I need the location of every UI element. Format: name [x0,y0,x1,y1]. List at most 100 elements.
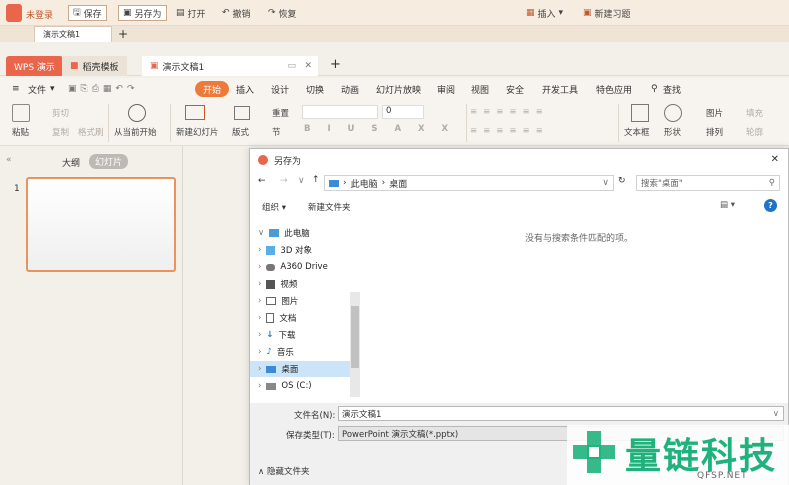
collapse-panel-icon[interactable]: « [6,155,12,165]
tree-item-documents[interactable]: › 文档 [258,310,296,326]
from-current-button[interactable]: 从当前开始 [114,126,157,138]
tree-item-downloads[interactable]: › ↓ 下载 [258,327,296,343]
document-tab[interactable]: 演示文稿1 [34,26,112,42]
chevron-right-icon: › [258,279,262,289]
new-slide-button[interactable]: 新建幻灯片 [176,126,219,138]
desktop-icon [266,365,277,373]
login-status[interactable]: 未登录 [26,8,53,21]
shape-button[interactable]: 形状 [664,126,681,138]
layout-icon[interactable] [234,106,250,120]
new-folder-button[interactable]: 新建文件夹 [308,201,351,213]
paste-icon[interactable] [12,104,30,122]
tree-item-a360[interactable]: › A360 Drive [258,259,328,275]
ribbon-separator [108,104,109,142]
layout-button[interactable]: 版式 [232,126,249,138]
chevron-right-icon: › [258,347,262,357]
hide-folders-button[interactable]: ∧ 隐藏文件夹 [258,465,309,477]
menu-home[interactable]: 开始 [195,81,230,97]
font-size-select[interactable]: 0 [382,105,424,119]
font-style-buttons[interactable]: B I U S A X X [304,124,455,134]
up-icon[interactable]: ↑ [312,175,320,185]
close-icon[interactable]: ✕ [771,154,779,165]
copy-button[interactable]: 复制 [52,126,69,138]
text-box-icon[interactable] [631,104,649,122]
computer-icon [269,229,280,237]
tree-item-pictures[interactable]: › 图片 [258,293,298,309]
menu-animation[interactable]: 动画 [341,82,359,96]
breadcrumb-desktop[interactable]: 桌面 [389,177,407,190]
insert-menu-button[interactable]: ▦ 插入 ▾ [526,5,563,21]
tree-item-this-pc[interactable]: ∨ 此电脑 [258,225,310,241]
search-input[interactable]: 搜索"桌面" ⚲ [636,175,780,191]
menu-hamburger-icon[interactable]: ≡ [12,82,20,96]
scroll-thumb[interactable] [351,306,359,368]
text-box-button[interactable]: 文本框 [624,126,650,138]
menu-transition[interactable]: 切换 [306,82,324,96]
menu-security[interactable]: 安全 [506,82,524,96]
open-button[interactable]: ▤ 打开 [176,5,206,21]
tree-item-desktop[interactable]: › 桌面 [250,361,350,377]
filename-field[interactable]: 演示文稿1 ∨ [338,406,784,421]
insert-icon: ▦ [526,8,535,18]
menu-review[interactable]: 审阅 [437,82,455,96]
address-bar[interactable]: › 此电脑 › 桌面 ∨ [324,175,614,191]
new-tab-icon[interactable]: + [330,57,341,72]
tree-item-videos[interactable]: › 视频 [258,276,297,292]
redo-button[interactable]: ↷ 恢复 [268,5,297,21]
save-button[interactable]: 🖫 保存 [68,5,107,21]
paragraph-buttons[interactable]: ≡≡≡≡≡≡ [470,107,549,117]
dialog-title: 另存为 [274,156,302,167]
chevron-down-icon[interactable]: ∨ [602,178,609,188]
tab-document[interactable]: ▣ 演示文稿1 ▭ ✕ [142,56,318,76]
view-options-icon[interactable]: ▤ ▾ [720,200,735,210]
shape-icon[interactable] [664,104,682,122]
slide-thumbnail[interactable] [26,177,176,272]
forward-icon[interactable]: → [280,176,288,186]
menu-developer[interactable]: 开发工具 [542,82,578,96]
search-icon[interactable]: ⚲ [651,82,658,96]
reset-button[interactable]: 重置 [272,107,289,119]
undo-button[interactable]: ↶ 撤销 [222,5,251,21]
back-icon[interactable]: ← [258,176,266,186]
font-name-select[interactable] [302,105,378,119]
monitor-icon[interactable]: ▭ [287,61,296,71]
refresh-icon[interactable]: ↻ [618,176,626,186]
tab-template[interactable]: ■ 稻壳模板 [62,56,127,76]
format-painter-button[interactable]: 格式刷 [78,126,104,138]
image-button[interactable]: 图片 [706,107,723,119]
tab-wps[interactable]: WPS 演示 [6,56,63,76]
organize-button[interactable]: 组织 ▾ [262,201,286,213]
history-dropdown-icon[interactable]: ∨ [298,176,305,186]
close-icon[interactable]: ✕ [304,61,312,71]
tab-outline[interactable]: 大纲 [62,156,80,169]
align-buttons[interactable]: ≡≡≡≡≡≡ [470,126,549,136]
menu-file[interactable]: 文件 [28,82,46,96]
tree-item-3d-objects[interactable]: › 3D 对象 [258,242,312,258]
add-tab-icon[interactable]: + [118,27,128,41]
tree-item-music[interactable]: › ♪ 音乐 [258,344,294,360]
new-lesson-button[interactable]: ▣ 新建习题 [583,5,631,21]
tree-item-os-c[interactable]: › OS (C:) [258,378,312,394]
help-icon[interactable]: ? [764,199,777,212]
quick-icons[interactable]: ▣⎘⎙▦↶↷ [68,82,139,96]
play-icon[interactable] [128,104,146,122]
outline-button[interactable]: 轮廓 [746,126,763,138]
paste-button[interactable]: 粘贴 [12,126,29,138]
section-button[interactable]: 节 [272,126,281,138]
menu-slideshow[interactable]: 幻灯片放映 [376,82,421,96]
arrange-button[interactable]: 排列 [706,126,723,138]
new-slide-icon[interactable] [185,105,205,120]
menu-view[interactable]: 视图 [471,82,489,96]
breadcrumb-this-pc[interactable]: 此电脑 [351,177,378,190]
menu-search[interactable]: 查找 [663,82,681,96]
tree-scrollbar[interactable] [350,292,360,397]
menu-features[interactable]: 特色应用 [596,82,632,96]
fill-button[interactable]: 填充 [746,107,763,119]
tab-slides[interactable]: 幻灯片 [89,154,129,169]
chevron-down-icon[interactable]: ∨ [773,409,779,419]
menu-design[interactable]: 设计 [271,82,289,96]
save-as-button[interactable]: ▣ 另存为 [118,5,167,21]
menu-insert[interactable]: 插入 [236,82,254,96]
cut-button[interactable]: 剪切 [52,107,69,119]
watermark-url: QFSP.NET [697,471,748,481]
